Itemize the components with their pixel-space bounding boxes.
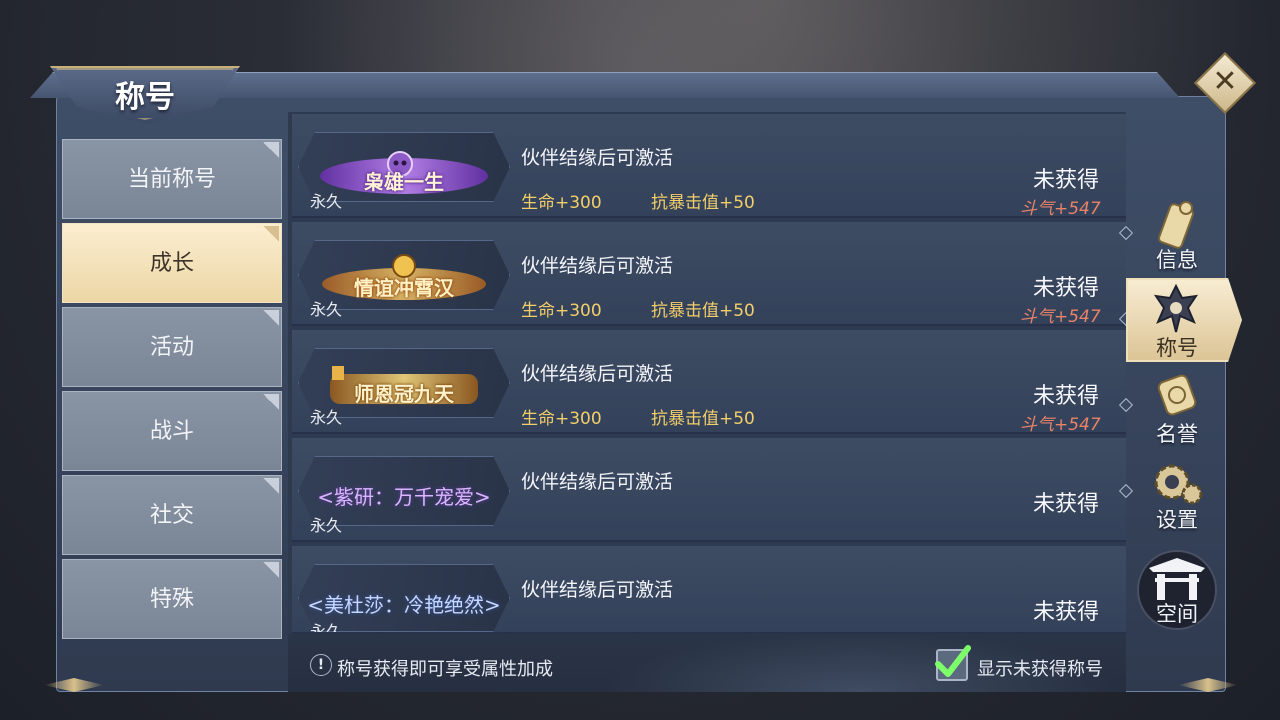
title-status: 未获得 <box>1033 492 1100 517</box>
title-badge-text: <紫研：万千宠爱> <box>317 485 491 509</box>
category-special[interactable]: 特殊 <box>62 559 282 639</box>
side-tab-title[interactable]: 称号 <box>1137 332 1217 362</box>
show-unobtained-label[interactable]: 显示未获得称号 <box>977 655 1103 681</box>
side-tab-space[interactable]: 空间 <box>1137 598 1217 628</box>
title-requirement: 伙伴结缘后可激活 <box>521 471 674 493</box>
title-attr-hp: 生命+300 <box>521 301 602 321</box>
title-attr-hp: 生命+300 <box>521 409 602 429</box>
title-duration: 永久 <box>310 622 343 632</box>
title-badge-text: <美杜莎：冷艳绝然> <box>307 593 501 617</box>
title-requirement: 伙伴结缘后可激活 <box>521 147 674 169</box>
title-attr-crit: 抗暴击值+50 <box>651 193 755 213</box>
window-title: 称号 <box>115 80 175 115</box>
title-attr-hp: 生命+300 <box>521 193 602 213</box>
medal-icon[interactable] <box>1150 370 1204 424</box>
footer-tip: 称号获得即可享受属性加成 <box>337 659 553 680</box>
category-growth[interactable]: 成长 <box>62 223 282 303</box>
category-social[interactable]: 社交 <box>62 475 282 555</box>
category-current[interactable]: 当前称号 <box>62 139 282 219</box>
title-duration: 永久 <box>310 300 343 319</box>
side-tab-info[interactable]: 信息 <box>1137 244 1217 274</box>
title-duration: 永久 <box>310 192 343 211</box>
title-power: 斗气+547 <box>1020 307 1101 327</box>
title-requirement: 伙伴结缘后可激活 <box>521 363 674 385</box>
close-x-icon[interactable]: ✕ <box>1203 60 1247 104</box>
title-status: 未获得 <box>1033 600 1100 625</box>
checkmark-icon[interactable] <box>930 640 974 684</box>
category-battle[interactable]: 战斗 <box>62 391 282 471</box>
title-power: 斗气+547 <box>1020 415 1101 435</box>
side-tab-settings[interactable]: 设置 <box>1137 504 1217 534</box>
info-icon: ! <box>310 654 332 676</box>
title-power: 斗气+547 <box>1020 199 1101 219</box>
title-duration: 永久 <box>310 516 343 535</box>
title-attr-crit: 抗暴击值+50 <box>651 409 755 429</box>
category-event[interactable]: 活动 <box>62 307 282 387</box>
title-status: 未获得 <box>1033 276 1100 301</box>
gate-icon[interactable] <box>1145 556 1209 602</box>
title-badge-art-text-3: 师恩冠九天 <box>354 382 454 406</box>
side-tab-honor[interactable]: 名誉 <box>1137 418 1217 448</box>
title-duration: 永久 <box>310 408 343 427</box>
title-requirement: 伙伴结缘后可激活 <box>521 255 674 277</box>
title-attr-crit: 抗暴击值+50 <box>651 301 755 321</box>
title-requirement: 伙伴结缘后可激活 <box>521 579 674 601</box>
title-status: 未获得 <box>1033 384 1100 409</box>
title-status: 未获得 <box>1033 168 1100 193</box>
crest-icon[interactable] <box>1148 282 1204 336</box>
